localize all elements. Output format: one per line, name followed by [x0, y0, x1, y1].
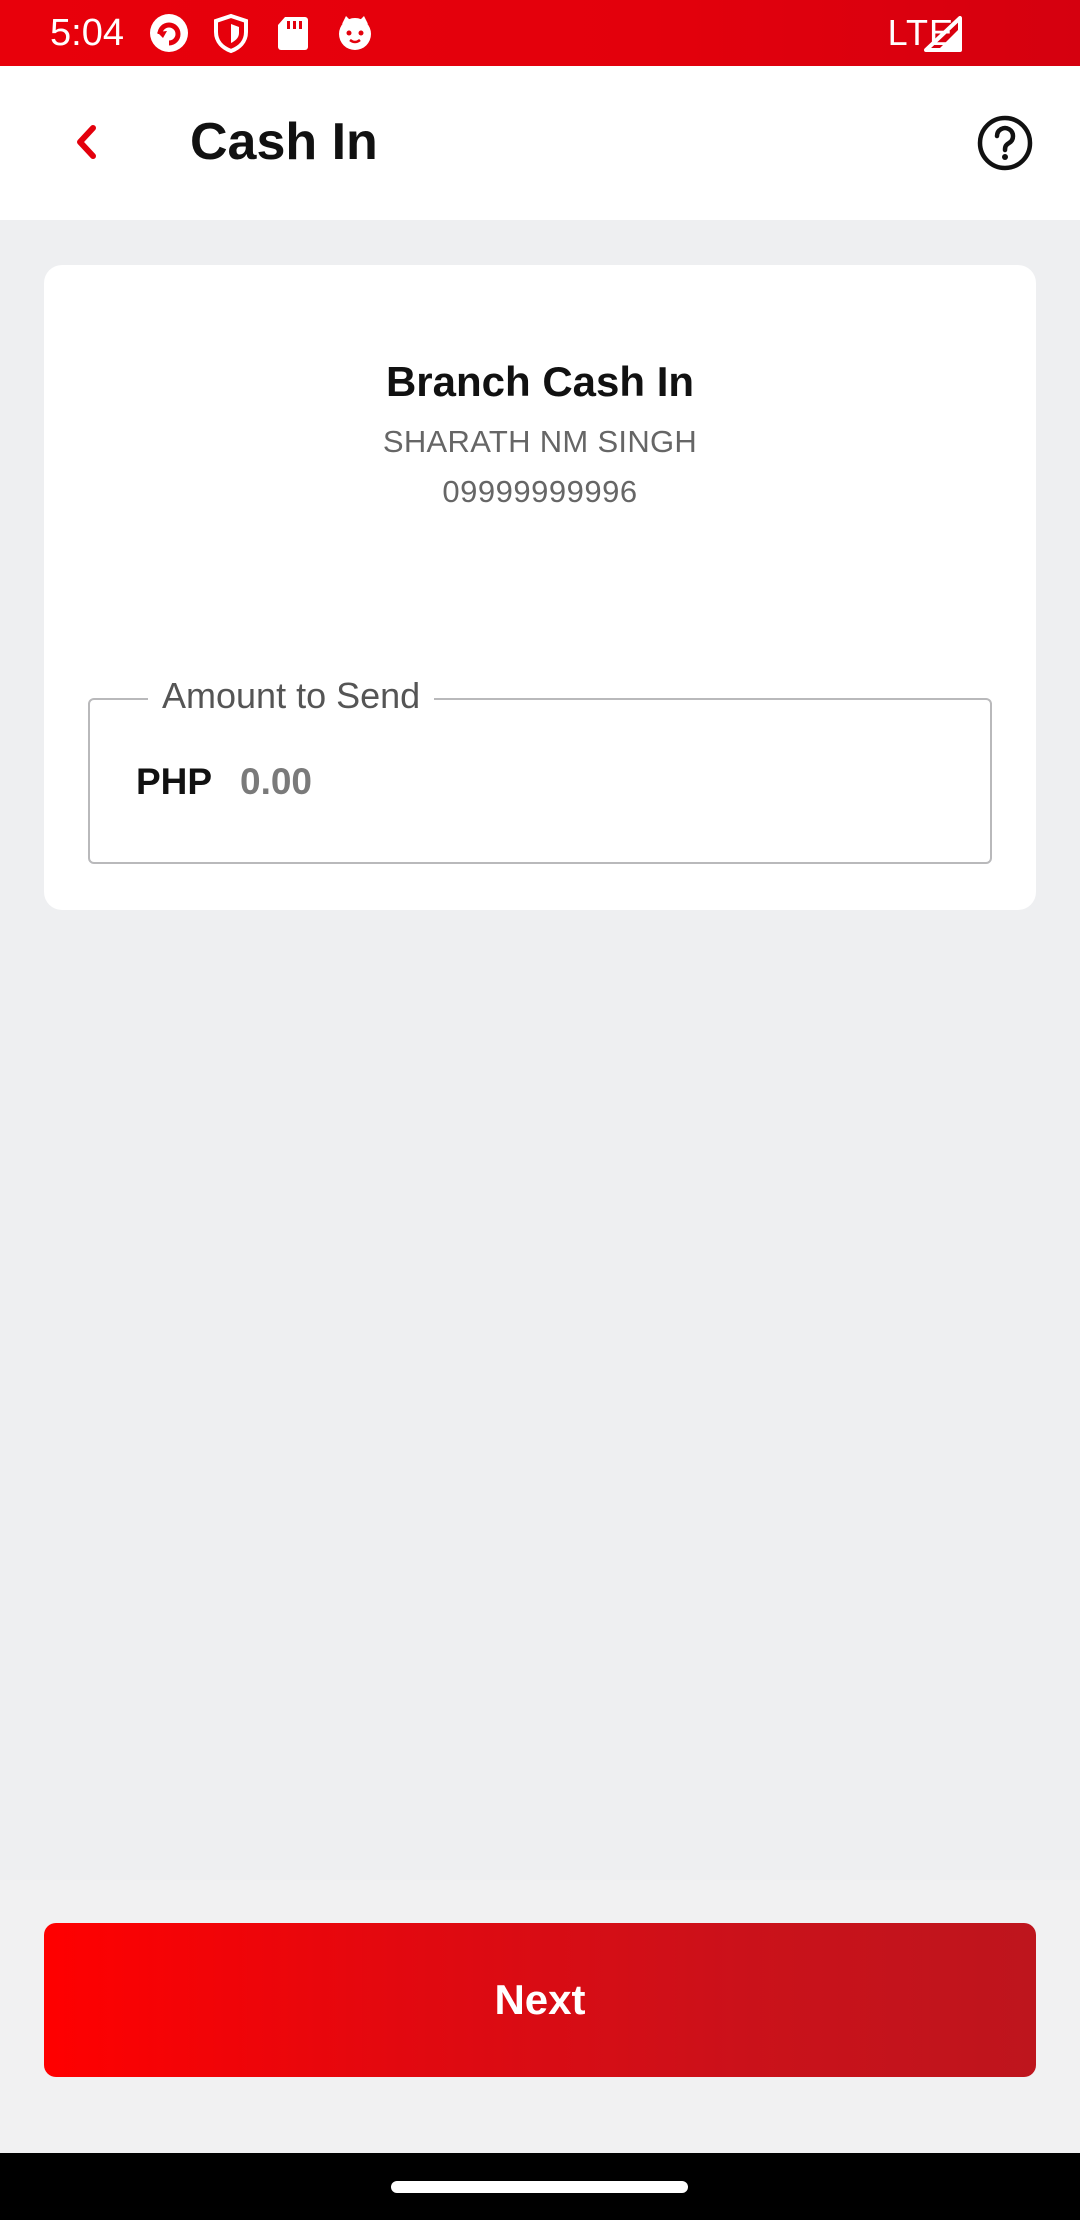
- sd-card-icon: [272, 12, 314, 54]
- signal-icon: [924, 16, 962, 52]
- status-bar: 5:04 LTE: [0, 0, 1080, 66]
- account-phone: 09999999996: [442, 474, 638, 509]
- help-circle-icon: [977, 115, 1033, 171]
- next-button[interactable]: Next: [44, 1923, 1036, 2077]
- currency-label: PHP: [136, 761, 213, 802]
- chevron-left-icon: [77, 125, 96, 159]
- amount-label: Amount to Send: [148, 674, 435, 718]
- back-button[interactable]: [56, 112, 116, 172]
- amount-input[interactable]: [240, 752, 940, 812]
- app-header: Cash In: [0, 66, 1080, 220]
- page-title: Cash In: [190, 113, 378, 171]
- account-name: SHARATH NM SINGH: [382, 424, 698, 459]
- system-nav-bar: [0, 2153, 1080, 2220]
- cat-face-icon: [334, 12, 376, 54]
- shield-icon: [210, 12, 252, 54]
- cash-in-card: Branch Cash In SHARATH NM SINGH 09999999…: [44, 265, 1036, 910]
- status-time: 5:04: [50, 12, 124, 54]
- home-indicator[interactable]: [391, 2181, 688, 2193]
- refresh-app-icon: [148, 12, 190, 54]
- help-button[interactable]: [976, 114, 1034, 172]
- card-title: Branch Cash In: [385, 358, 695, 405]
- amount-field[interactable]: Amount to Send PHP: [88, 674, 992, 864]
- status-icons: [148, 12, 376, 54]
